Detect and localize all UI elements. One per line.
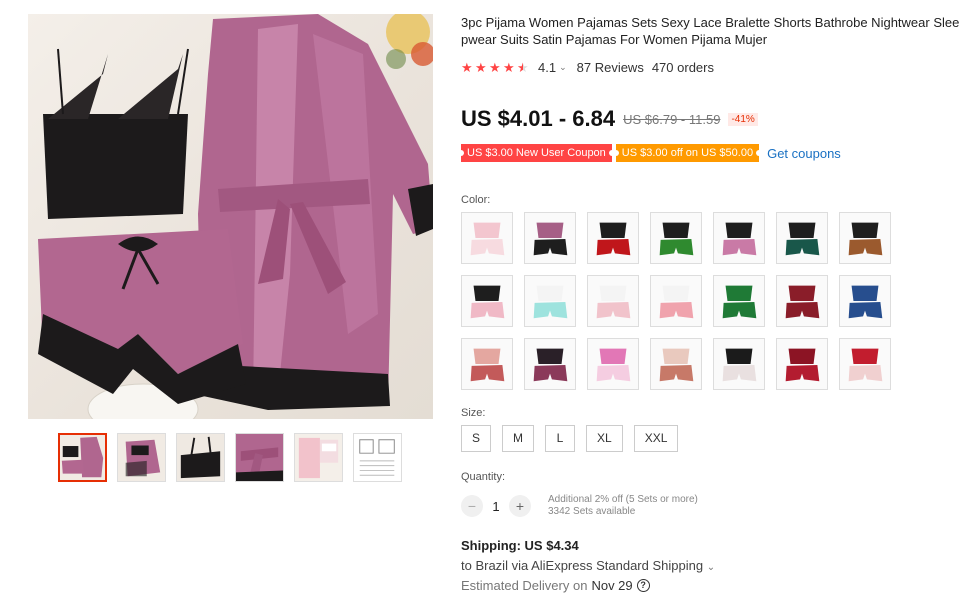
- swatch-thumbnail-icon: [840, 339, 890, 389]
- main-product-illustration: [38, 14, 433, 419]
- reviews-count[interactable]: 87 Reviews: [577, 60, 644, 75]
- quantity-label: Quantity:: [461, 471, 506, 483]
- original-price: US $6.79 - 11.59: [623, 111, 721, 127]
- star-half-icon: ★: [517, 60, 529, 75]
- color-swatch-21[interactable]: [839, 338, 891, 390]
- price-row: US $4.01 - 6.84 US $6.79 - 11.59 -41%: [461, 106, 758, 132]
- thumbnail-2[interactable]: [117, 433, 166, 482]
- size-option-m[interactable]: M: [502, 425, 535, 452]
- swatch-thumbnail-icon: [714, 339, 764, 389]
- thumbnail-strip: [58, 433, 402, 482]
- size-option-l[interactable]: L: [545, 425, 576, 452]
- shipping-method-text: to Brazil via AliExpress Standard Shippi…: [461, 558, 704, 573]
- swatch-thumbnail-icon: [462, 339, 512, 389]
- shipping-method[interactable]: to Brazil via AliExpress Standard Shippi…: [461, 558, 715, 573]
- coupon-row: US $3.00 New User Coupon US $3.00 off on…: [458, 144, 841, 162]
- rating-value[interactable]: 4.1: [538, 60, 556, 75]
- quantity-note: Additional 2% off (5 Sets or more) 3342 …: [548, 494, 698, 518]
- swatch-thumbnail-icon: [777, 339, 827, 389]
- product-info: 3pc Pijama Women Pajamas Sets Sexy Lace …: [458, 14, 966, 593]
- quantity-value[interactable]: 1: [483, 499, 509, 514]
- quantity-stepper: − 1 + Additional 2% off (5 Sets or more)…: [461, 494, 698, 518]
- thumbnail-6[interactable]: [353, 433, 402, 482]
- delivery-date: Nov 29: [591, 578, 633, 593]
- swatch-thumbnail-icon: [714, 213, 764, 263]
- get-coupons-link[interactable]: Get coupons: [767, 146, 841, 161]
- swatch-thumbnail-icon: [777, 213, 827, 263]
- color-swatch-9[interactable]: [524, 275, 576, 327]
- estimated-delivery: Estimated Delivery on Nov 29 ?: [461, 578, 650, 593]
- swatch-thumbnail-icon: [462, 213, 512, 263]
- color-swatch-15[interactable]: [461, 338, 513, 390]
- star-icon: ★: [503, 60, 515, 75]
- size-option-xxl[interactable]: XXL: [633, 425, 679, 452]
- thumbnail-3[interactable]: [176, 433, 225, 482]
- color-swatch-6[interactable]: [776, 212, 828, 264]
- color-swatch-11[interactable]: [650, 275, 702, 327]
- swatch-thumbnail-icon: [525, 213, 575, 263]
- thumbnail-4[interactable]: [235, 433, 284, 482]
- size-option-xl[interactable]: XL: [586, 425, 623, 452]
- star-icon: ★: [475, 60, 487, 75]
- swatch-thumbnail-icon: [714, 276, 764, 326]
- rating-row: ★ ★ ★ ★ ★ 4.1 ⌄ 87 Reviews 470 orders: [461, 60, 714, 75]
- swatch-thumbnail-icon: [651, 213, 701, 263]
- swatch-thumbnail-icon: [588, 339, 638, 389]
- color-swatch-grid: [461, 212, 891, 390]
- swatch-thumbnail-icon: [525, 276, 575, 326]
- color-swatch-8[interactable]: [461, 275, 513, 327]
- color-swatch-18[interactable]: [650, 338, 702, 390]
- color-swatch-20[interactable]: [776, 338, 828, 390]
- color-swatch-3[interactable]: [587, 212, 639, 264]
- rating-stars: ★ ★ ★ ★ ★: [461, 61, 530, 74]
- swatch-thumbnail-icon: [777, 276, 827, 326]
- quantity-increase-button[interactable]: +: [509, 495, 531, 517]
- shipping-cost: Shipping: US $4.34: [461, 538, 579, 553]
- swatch-thumbnail-icon: [651, 339, 701, 389]
- orders-count: 470 orders: [651, 60, 714, 75]
- delivery-label: Estimated Delivery on: [461, 578, 588, 593]
- bulk-discount-note: Additional 2% off (5 Sets or more): [548, 494, 698, 505]
- color-label: Color:: [461, 194, 491, 206]
- star-icon: ★: [461, 60, 473, 75]
- color-swatch-7[interactable]: [839, 212, 891, 264]
- swatch-thumbnail-icon: [462, 276, 512, 326]
- swatch-thumbnail-icon: [525, 339, 575, 389]
- stock-available: 3342 Sets available: [548, 506, 636, 517]
- chevron-down-icon[interactable]: ⌄: [559, 62, 567, 73]
- color-swatch-12[interactable]: [713, 275, 765, 327]
- color-swatch-13[interactable]: [776, 275, 828, 327]
- store-coupon[interactable]: US $3.00 off on US $50.00: [612, 144, 763, 162]
- color-swatch-17[interactable]: [587, 338, 639, 390]
- color-swatch-10[interactable]: [587, 275, 639, 327]
- new-user-coupon[interactable]: US $3.00 New User Coupon: [458, 144, 615, 162]
- color-swatch-14[interactable]: [839, 275, 891, 327]
- swatch-thumbnail-icon: [840, 276, 890, 326]
- thumbnail-1[interactable]: [58, 433, 107, 482]
- star-icon: ★: [489, 60, 501, 75]
- color-swatch-19[interactable]: [713, 338, 765, 390]
- swatch-thumbnail-icon: [588, 276, 638, 326]
- swatch-thumbnail-icon: [588, 213, 638, 263]
- size-label: Size:: [461, 407, 486, 419]
- chevron-down-icon: ⌄: [706, 562, 716, 573]
- current-price: US $4.01 - 6.84: [461, 106, 616, 131]
- color-swatch-16[interactable]: [524, 338, 576, 390]
- swatch-thumbnail-icon: [651, 276, 701, 326]
- size-options: S M L XL XXL: [461, 425, 679, 452]
- main-product-image[interactable]: [28, 14, 433, 419]
- help-icon[interactable]: ?: [636, 579, 650, 592]
- color-swatch-5[interactable]: [713, 212, 765, 264]
- product-title: 3pc Pijama Women Pajamas Sets Sexy Lace …: [461, 15, 960, 47]
- color-swatch-1[interactable]: [461, 212, 513, 264]
- color-swatch-2[interactable]: [524, 212, 576, 264]
- discount-badge: -41%: [728, 112, 758, 126]
- size-option-s[interactable]: S: [461, 425, 492, 452]
- quantity-decrease-button[interactable]: −: [461, 495, 483, 517]
- thumbnail-5[interactable]: [294, 433, 343, 482]
- color-swatch-4[interactable]: [650, 212, 702, 264]
- swatch-thumbnail-icon: [840, 213, 890, 263]
